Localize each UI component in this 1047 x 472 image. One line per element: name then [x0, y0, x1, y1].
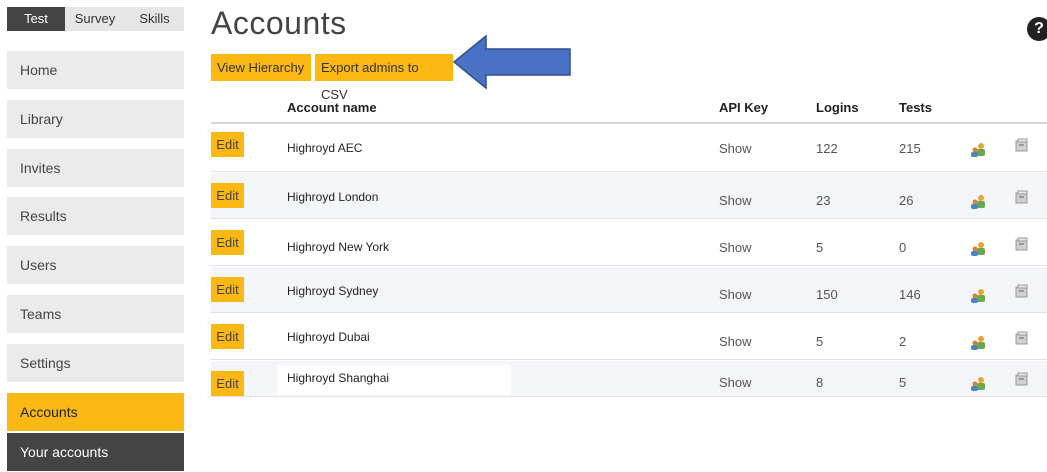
api-key-show-link[interactable]: Show [719, 287, 752, 302]
tests-count: 146 [899, 287, 921, 302]
col-logins[interactable]: Logins [816, 100, 859, 115]
table-header: Account name API Key Logins Tests [211, 94, 1047, 124]
table-row: Edit Highroyd Sydney Show 150 146 [211, 267, 1047, 313]
sidebar-item-library[interactable]: Library [7, 100, 184, 138]
sidebar-item-settings[interactable]: Settings [7, 344, 184, 382]
edit-button[interactable]: Edit [211, 183, 244, 208]
view-hierarchy-button[interactable]: View Hierarchy [211, 54, 311, 81]
tab-test[interactable]: Test [7, 7, 65, 31]
api-key-show-link[interactable]: Show [719, 240, 752, 255]
account-name[interactable]: Highroyd AEC [287, 141, 362, 155]
col-account-name[interactable]: Account name [287, 100, 377, 115]
sidebar-subitem-your-accounts[interactable]: Your accounts [7, 433, 184, 471]
users-icon[interactable] [970, 335, 988, 351]
archive-icon[interactable] [1014, 137, 1030, 153]
logins-count: 5 [816, 334, 824, 349]
page-title: Accounts [211, 5, 347, 41]
account-name[interactable]: Highroyd London [287, 190, 378, 204]
help-icon[interactable]: ? [1027, 17, 1047, 41]
table-row: Edit Highroyd London Show 23 26 [211, 173, 1047, 219]
account-name[interactable]: Highroyd Sydney [287, 284, 378, 298]
sidebar-item-invites[interactable]: Invites [7, 149, 184, 187]
sidebar-item-teams[interactable]: Teams [7, 295, 184, 333]
archive-icon[interactable] [1014, 330, 1030, 346]
api-key-show-link[interactable]: Show [719, 193, 752, 208]
logins-count: 150 [816, 287, 838, 302]
tests-count: 2 [899, 334, 907, 349]
users-icon[interactable] [970, 142, 988, 158]
edit-button[interactable]: Edit [211, 230, 244, 255]
logins-count: 5 [816, 240, 824, 255]
tests-count: 5 [899, 375, 907, 390]
users-icon[interactable] [970, 241, 988, 257]
tests-count: 26 [899, 193, 914, 208]
logins-count: 23 [816, 193, 831, 208]
logins-count: 8 [816, 375, 824, 390]
col-api-key[interactable]: API Key [719, 100, 768, 115]
api-key-show-link[interactable]: Show [719, 141, 752, 156]
sidebar-item-users[interactable]: Users [7, 246, 184, 284]
pointer-arrow-icon [453, 34, 571, 90]
top-tabs: Test Survey Skills [7, 7, 184, 31]
edit-button[interactable]: Edit [211, 132, 244, 157]
account-name[interactable]: Highroyd Shanghai [287, 371, 389, 385]
table-row: Edit Highroyd AEC Show 122 215 [211, 126, 1047, 172]
tests-count: 0 [899, 240, 907, 255]
users-icon[interactable] [970, 288, 988, 304]
tests-count: 215 [899, 141, 921, 156]
archive-icon[interactable] [1014, 236, 1030, 252]
tab-skills[interactable]: Skills [125, 7, 184, 31]
edit-button[interactable]: Edit [211, 277, 244, 302]
archive-icon[interactable] [1014, 283, 1030, 299]
logins-count: 122 [816, 141, 838, 156]
api-key-show-link[interactable]: Show [719, 375, 752, 390]
edit-button[interactable]: Edit [211, 371, 244, 396]
table-row: Edit Highroyd Shanghai Show 8 5 [211, 361, 1047, 397]
account-name[interactable]: Highroyd Dubai [287, 330, 370, 344]
users-icon[interactable] [970, 376, 988, 392]
export-admins-button[interactable]: Export admins to CSV [315, 54, 453, 102]
table-row: Edit Highroyd Dubai Show 5 2 [211, 314, 1047, 360]
col-tests[interactable]: Tests [899, 100, 932, 115]
archive-icon[interactable] [1014, 371, 1030, 387]
users-icon[interactable] [970, 194, 988, 210]
sidebar-item-results[interactable]: Results [7, 197, 184, 235]
api-key-show-link[interactable]: Show [719, 334, 752, 349]
edit-button[interactable]: Edit [211, 324, 244, 349]
table-row: Edit Highroyd New York Show 5 0 [211, 220, 1047, 266]
account-name[interactable]: Highroyd New York [287, 240, 389, 254]
sidebar-item-home[interactable]: Home [7, 51, 184, 89]
tab-survey[interactable]: Survey [65, 7, 125, 31]
archive-icon[interactable] [1014, 189, 1030, 205]
sidebar-item-accounts[interactable]: Accounts [7, 393, 184, 431]
